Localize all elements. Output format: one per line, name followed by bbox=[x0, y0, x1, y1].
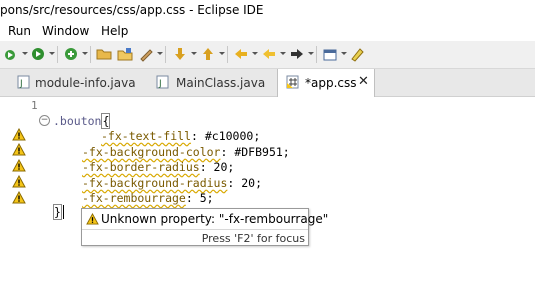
css-value: : #c10000; bbox=[191, 129, 261, 143]
code-line-4: -fx-border-radius: 20; bbox=[82, 160, 234, 174]
previous-edit-icon[interactable] bbox=[261, 46, 277, 62]
warning-icon[interactable] bbox=[12, 159, 26, 172]
toolbar-separator bbox=[57, 46, 58, 63]
warning-icon[interactable] bbox=[12, 191, 26, 204]
window-title: pons/src/resources/css/app.css - Eclipse… bbox=[0, 3, 264, 17]
tooltip-focus-hint: Press 'F2' for focus bbox=[201, 232, 305, 245]
code-line-7: } bbox=[53, 204, 64, 220]
tooltip-message: Unknown property: "-fx-rembourrage" bbox=[101, 212, 329, 226]
run-dropdown-icon[interactable] bbox=[49, 52, 55, 55]
toolbar-separator bbox=[90, 46, 91, 63]
toolbar bbox=[0, 41, 535, 69]
warning-icon[interactable] bbox=[12, 175, 26, 188]
editor-tab-bar: J module-info.java J MainClass.java *app… bbox=[0, 69, 535, 97]
tab-app-css[interactable]: *app.css ✕ bbox=[277, 69, 375, 97]
next-annotation-icon[interactable] bbox=[172, 46, 188, 62]
forward-dropdown-icon[interactable] bbox=[308, 52, 314, 55]
line-number: 1 bbox=[31, 99, 38, 112]
text-cursor bbox=[62, 205, 64, 219]
svg-text:J: J bbox=[158, 79, 162, 89]
css-property: -fx-border-radius bbox=[82, 160, 200, 174]
tab-label: *app.css bbox=[305, 76, 357, 90]
code-line-3: -fx-background-color: #DFB951; bbox=[82, 145, 290, 159]
close-tab-icon[interactable]: ✕ bbox=[358, 74, 369, 89]
warning-icon[interactable] bbox=[12, 128, 26, 141]
css-property: -fx-text-fill bbox=[101, 129, 192, 143]
code-line-5: -fx-background-radius: 20; bbox=[82, 176, 262, 190]
problem-hover-tooltip[interactable]: Unknown property: "-fx-rembourrage" Pres… bbox=[81, 208, 328, 246]
java-file-icon: J bbox=[17, 75, 30, 89]
menu-window[interactable]: Window bbox=[42, 24, 89, 38]
css-value: : 20; bbox=[199, 160, 235, 174]
edit-dropdown-icon[interactable] bbox=[157, 52, 163, 55]
edit-icon[interactable] bbox=[138, 46, 154, 62]
tab-module-info[interactable]: J module-info.java bbox=[0, 69, 136, 96]
previous-edit-dropdown-icon[interactable] bbox=[280, 52, 286, 55]
previous-annotation-dropdown-icon[interactable] bbox=[219, 52, 225, 55]
run-icon[interactable] bbox=[30, 46, 46, 62]
tab-mainclass[interactable]: J MainClass.java bbox=[150, 69, 265, 96]
menu-bar: Run Window Help bbox=[0, 22, 535, 41]
forward-icon[interactable] bbox=[289, 46, 305, 62]
window-title-bar: pons/src/resources/css/app.css - Eclipse… bbox=[0, 0, 535, 22]
warning-icon[interactable] bbox=[12, 143, 26, 156]
debug-icon[interactable] bbox=[2, 46, 18, 62]
toolbar-separator bbox=[316, 46, 317, 63]
back-dropdown-icon[interactable] bbox=[252, 52, 258, 55]
css-file-icon bbox=[286, 75, 299, 89]
css-value: : 20; bbox=[227, 176, 263, 190]
new-icon[interactable] bbox=[63, 46, 79, 62]
new-window-dropdown-icon[interactable] bbox=[341, 52, 347, 55]
menu-help[interactable]: Help bbox=[101, 24, 128, 38]
code-line-2: -fx-text-fill: #c10000; bbox=[101, 129, 260, 143]
tab-label: module-info.java bbox=[35, 76, 136, 90]
code-line-6: -fx-rembourrage: 5; bbox=[82, 191, 214, 205]
css-value: : #DFB951; bbox=[220, 145, 290, 159]
css-open-brace: { bbox=[101, 113, 111, 129]
debug-dropdown-icon[interactable] bbox=[22, 52, 28, 55]
highlight-icon[interactable] bbox=[349, 46, 365, 62]
css-property: -fx-rembourrage bbox=[82, 191, 186, 205]
next-annotation-dropdown-icon[interactable] bbox=[191, 52, 197, 55]
previous-annotation-icon[interactable] bbox=[200, 46, 216, 62]
svg-text:J: J bbox=[19, 79, 23, 89]
fold-collapse-icon[interactable]: − bbox=[39, 115, 50, 126]
tooltip-divider bbox=[82, 229, 308, 230]
menu-run[interactable]: Run bbox=[8, 24, 31, 38]
back-icon[interactable] bbox=[233, 46, 249, 62]
code-editor[interactable]: 1 − .bouton{ -fx-text-fill: #c10000; -fx… bbox=[0, 97, 535, 288]
css-property: -fx-background-color bbox=[82, 145, 221, 159]
css-property: -fx-background-radius bbox=[82, 176, 228, 190]
open-folder-icon[interactable] bbox=[96, 46, 112, 62]
css-selector: .bouton bbox=[53, 114, 102, 128]
toolbar-separator bbox=[165, 46, 166, 63]
new-window-icon[interactable] bbox=[322, 46, 338, 62]
annotation-ruler bbox=[0, 97, 31, 288]
java-file-icon: J bbox=[156, 75, 169, 89]
tab-label: MainClass.java bbox=[176, 76, 266, 90]
css-close-brace: } bbox=[53, 204, 62, 220]
warning-icon bbox=[86, 213, 99, 225]
toolbar-separator bbox=[227, 46, 228, 63]
css-value: : 5; bbox=[185, 191, 214, 205]
open-file-icon[interactable] bbox=[117, 46, 133, 62]
code-line-1: .bouton{ bbox=[53, 113, 111, 129]
new-dropdown-icon[interactable] bbox=[82, 52, 88, 55]
